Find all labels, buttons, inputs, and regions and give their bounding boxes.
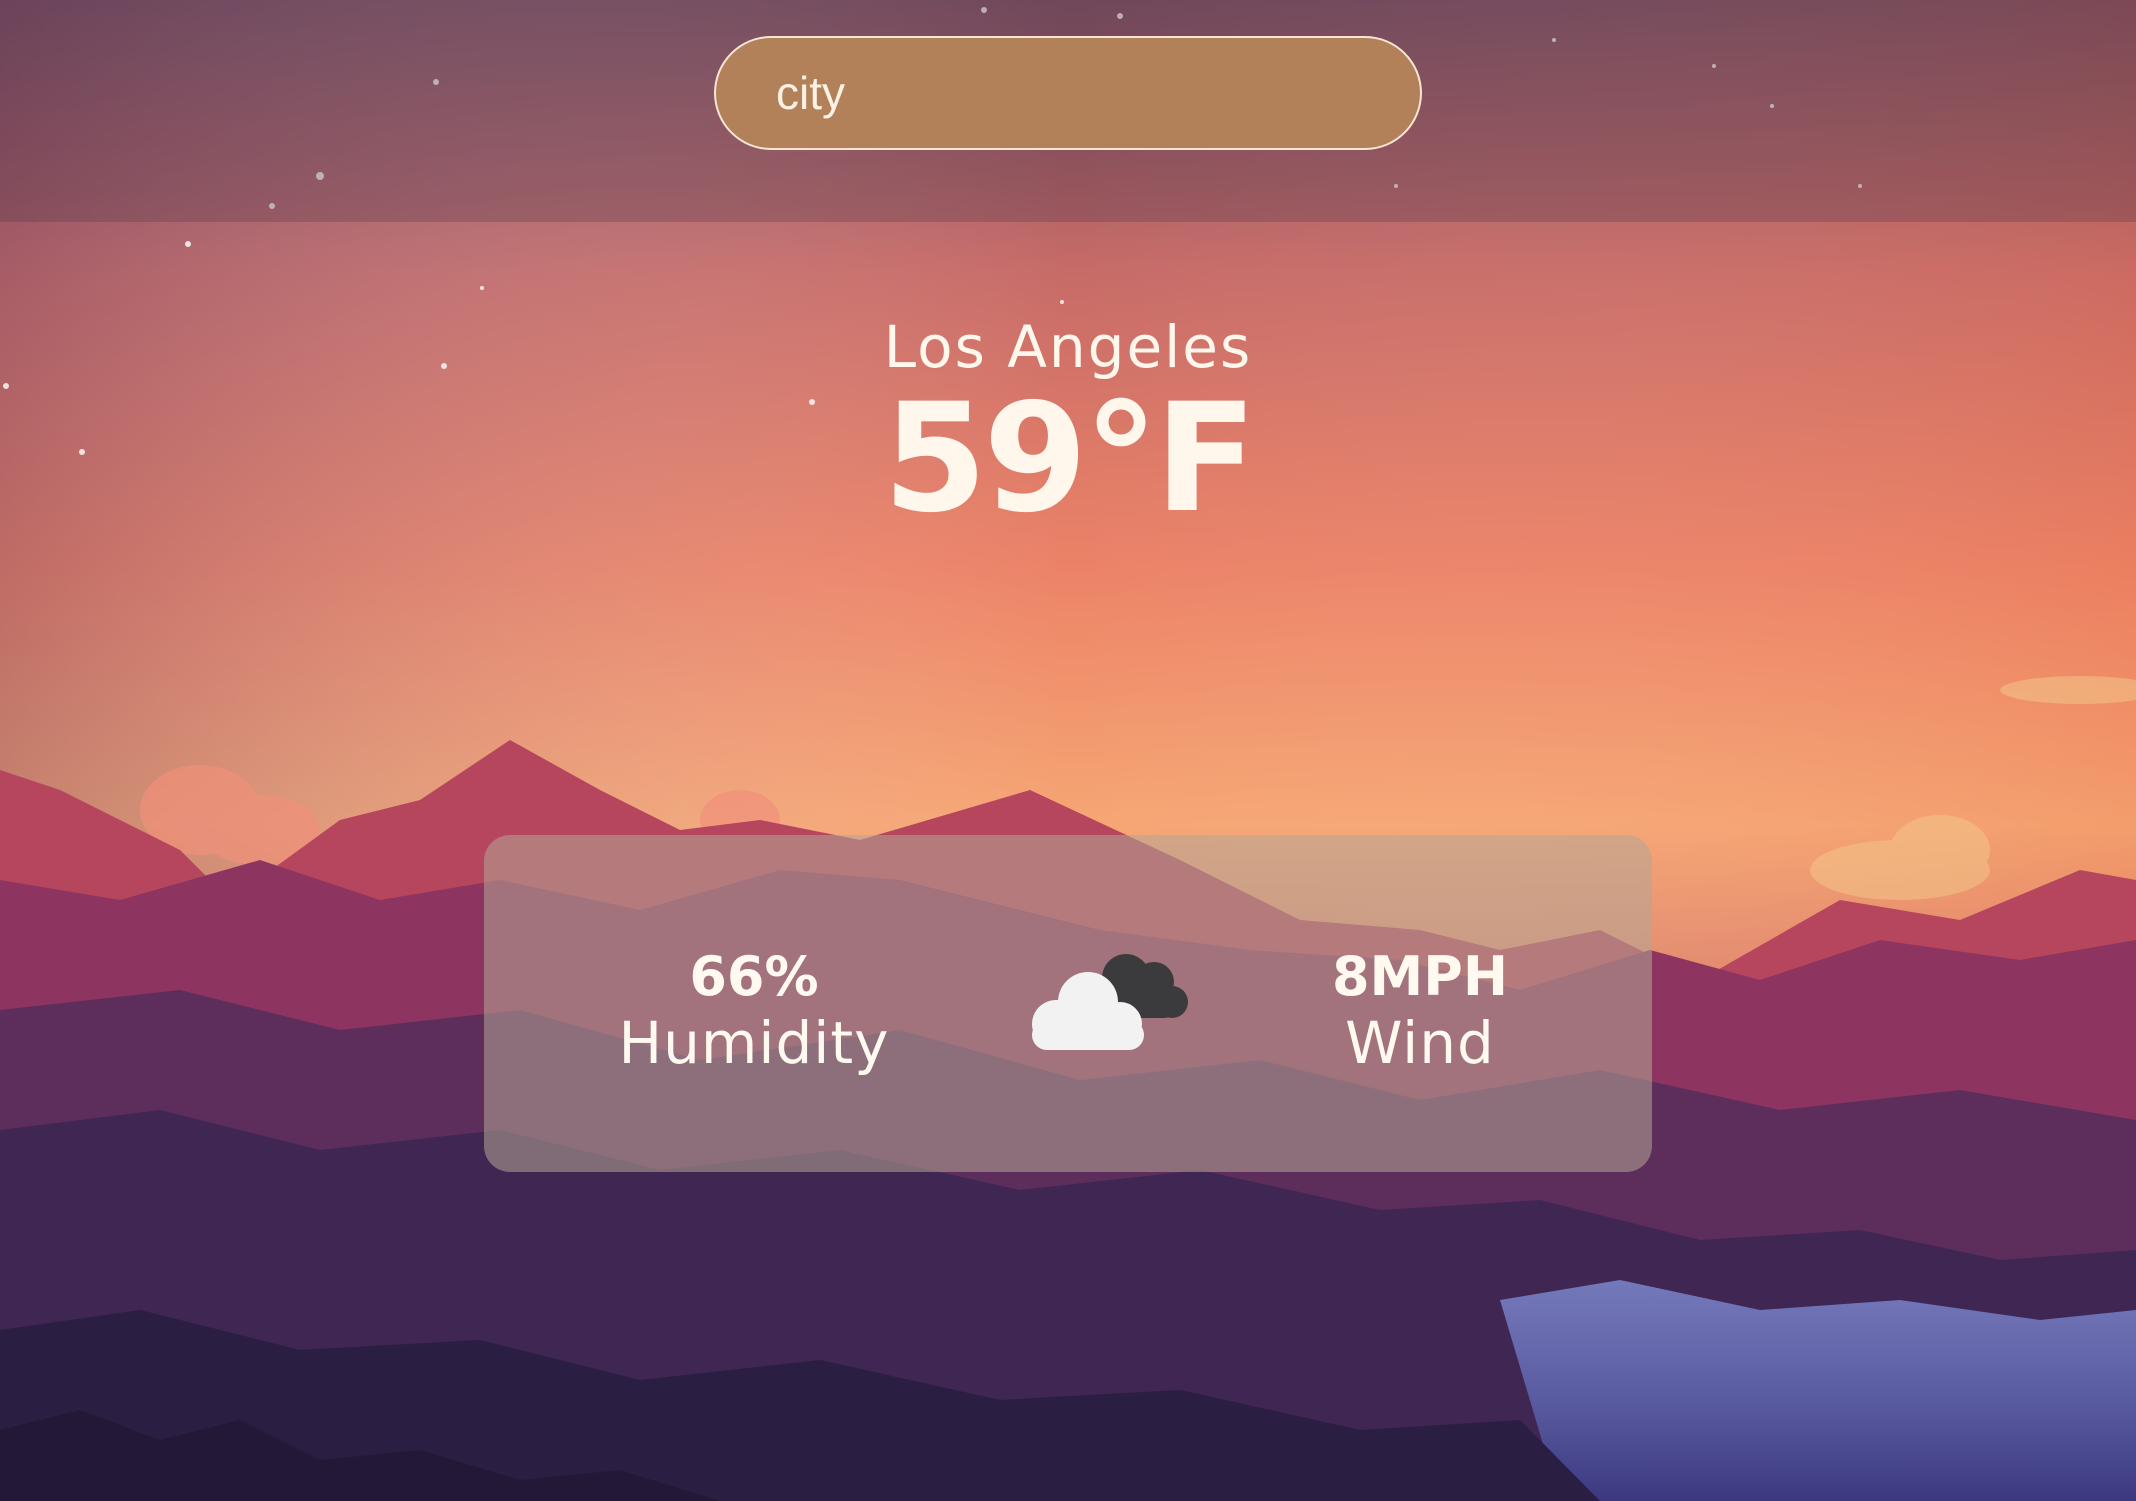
humidity-label: Humidity bbox=[618, 1009, 890, 1077]
background-landscape bbox=[0, 0, 2136, 1501]
wind-stat: 8MPH Wind bbox=[1270, 945, 1570, 1077]
humidity-stat: 66% Humidity bbox=[604, 945, 904, 1077]
wind-value: 8MPH bbox=[1331, 945, 1509, 1008]
city-name: Los Angeles bbox=[883, 313, 1253, 381]
weather-details-card: 66% Humidity 8MPH Wind bbox=[484, 835, 1652, 1172]
city-search-input[interactable] bbox=[714, 36, 1422, 150]
temperature-value: 59°F bbox=[882, 372, 1257, 546]
humidity-value: 66% bbox=[689, 945, 819, 1008]
cloudy-icon bbox=[1032, 954, 1188, 1050]
wind-label: Wind bbox=[1345, 1009, 1495, 1077]
